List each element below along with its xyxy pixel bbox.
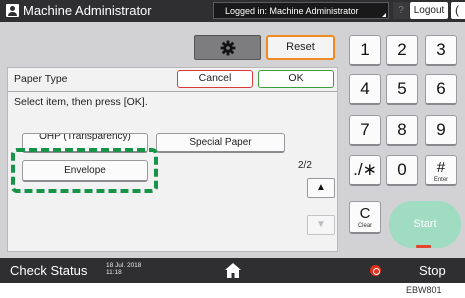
- corner-triangle-icon: [382, 13, 386, 17]
- date-text: 18 Jul. 2018: [106, 262, 142, 269]
- start-button[interactable]: Start: [389, 201, 461, 248]
- instruction-text: Select item, then press [OK].: [14, 96, 148, 108]
- key-9[interactable]: 9: [425, 115, 457, 146]
- gear-icon: [220, 40, 236, 56]
- home-icon[interactable]: [224, 262, 242, 279]
- stop-icon[interactable]: [370, 265, 381, 276]
- cancel-button[interactable]: Cancel: [177, 70, 253, 88]
- settings-button[interactable]: [194, 35, 261, 60]
- login-status-text: Logged in: Machine Administrator: [225, 6, 359, 16]
- figure-id: EBW801: [406, 285, 442, 295]
- date-time: 18 Jul. 2018 11:18: [106, 262, 141, 276]
- user-icon: [6, 4, 19, 17]
- check-status-button[interactable]: Check Status: [10, 263, 87, 278]
- stop-button[interactable]: Stop: [419, 263, 446, 278]
- copier-screen: Machine Administrator Logged in: Machine…: [0, 0, 465, 283]
- divider: [8, 91, 337, 92]
- key-4[interactable]: 4: [349, 74, 381, 105]
- key-7[interactable]: 7: [349, 115, 381, 146]
- help-button[interactable]: ?: [393, 2, 409, 19]
- logout-button[interactable]: Logout: [410, 2, 448, 19]
- key-2[interactable]: 2: [386, 35, 418, 66]
- reset-button[interactable]: Reset: [266, 35, 335, 60]
- key-3[interactable]: 3: [425, 35, 457, 66]
- key-8[interactable]: 8: [386, 115, 418, 146]
- scroll-up-button[interactable]: ▲: [307, 178, 335, 198]
- key-clear[interactable]: C Clear: [349, 201, 381, 234]
- page-indicator: 2/2: [298, 160, 312, 171]
- scroll-down-button[interactable]: ▼: [307, 215, 335, 235]
- special-paper-option[interactable]: Special Paper: [156, 133, 285, 153]
- key-dot-star[interactable]: ./∗: [349, 155, 381, 186]
- ok-button[interactable]: OK: [258, 70, 334, 88]
- time-text: 11:18: [106, 269, 122, 276]
- envelope-highlight: [11, 148, 158, 193]
- key-6[interactable]: 6: [425, 74, 457, 105]
- top-bar: Machine Administrator Logged in: Machine…: [0, 0, 465, 22]
- key-1[interactable]: 1: [349, 35, 381, 66]
- user-title: Machine Administrator: [23, 3, 152, 18]
- back-button[interactable]: (: [451, 2, 465, 19]
- key-5[interactable]: 5: [386, 74, 418, 105]
- bottom-bar: Check Status 18 Jul. 2018 11:18 Stop: [0, 258, 465, 283]
- key-enter[interactable]: # Enter: [425, 155, 457, 186]
- start-indicator-led: [416, 245, 431, 248]
- panel-title: Paper Type: [14, 73, 68, 85]
- login-status: Logged in: Machine Administrator: [213, 2, 389, 19]
- key-0[interactable]: 0: [386, 155, 418, 186]
- ohp-transparency-label: OHP (Transparency): [39, 133, 131, 142]
